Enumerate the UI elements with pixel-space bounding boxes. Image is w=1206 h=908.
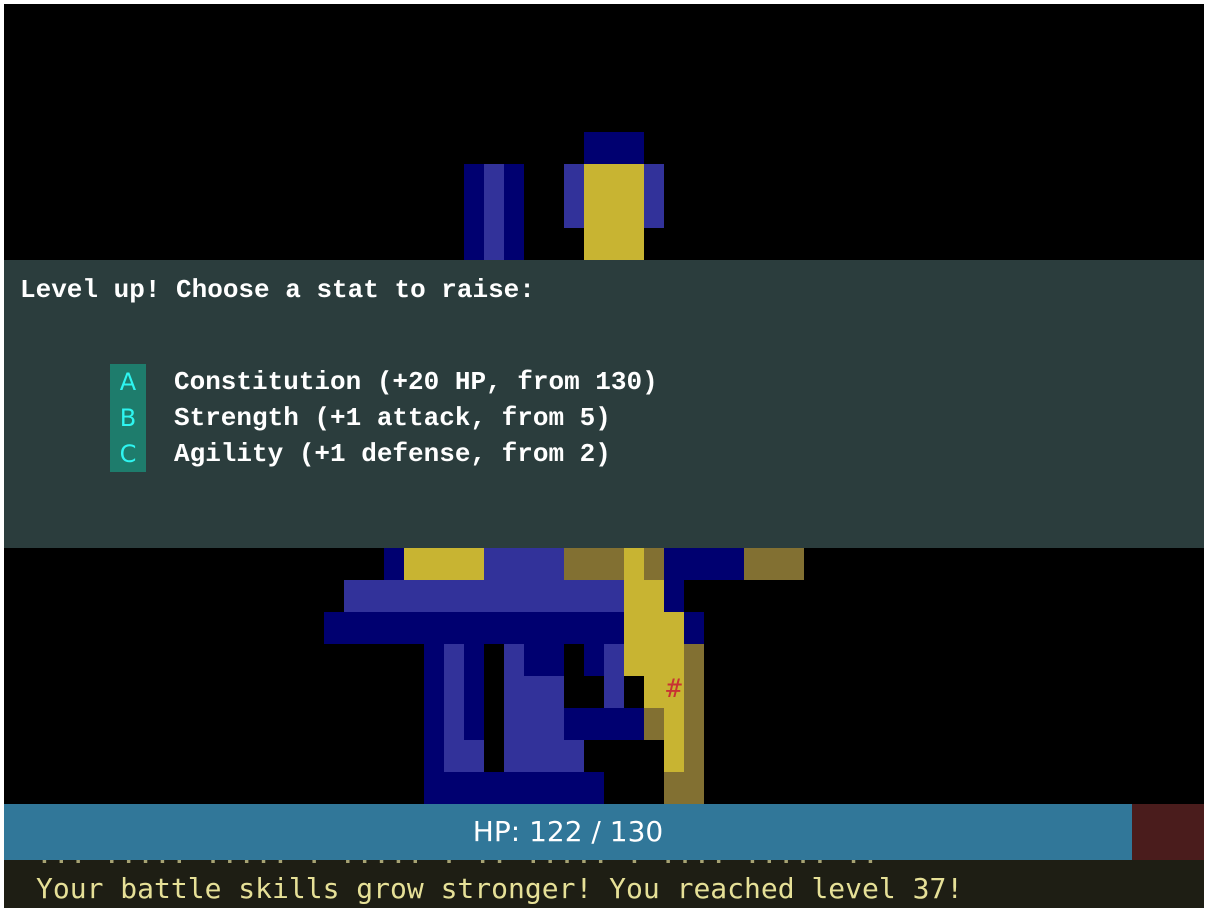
wall-tile	[584, 644, 604, 676]
void-tile	[564, 676, 604, 708]
wall-tile	[524, 612, 544, 676]
option-key-c[interactable]: C	[110, 436, 146, 472]
wall-tile-lit	[484, 548, 564, 580]
void-tile	[584, 740, 644, 772]
floor-tile	[584, 164, 644, 260]
latest-message: Your battle skills grow stronger! You re…	[36, 872, 964, 905]
wall-tile	[584, 132, 644, 164]
level-up-title: Level up! Choose a stat to raise:	[20, 275, 535, 305]
hp-bar: HP: 122 / 130	[4, 804, 1204, 860]
floor-tile-dark	[664, 772, 704, 804]
floor-tile-dark	[564, 548, 664, 580]
option-label-strength: Strength (+1 attack, from 5)	[174, 403, 611, 433]
wall-tile-lit	[344, 580, 664, 612]
floor-tile-dark	[644, 708, 664, 740]
option-key-b[interactable]: B	[110, 400, 146, 436]
floor-tile-dark	[744, 548, 804, 580]
void-tile	[484, 644, 504, 772]
wall-tile-lit	[484, 164, 504, 260]
option-constitution[interactable]: A Constitution (+20 HP, from 130)	[110, 364, 658, 400]
previous-message: ... ..... ..... . ..... . .. ..... . ...…	[36, 860, 879, 868]
game-screen: # Level up! Choose a stat to raise: A Co…	[4, 4, 1204, 908]
option-agility[interactable]: C Agility (+1 defense, from 2)	[110, 436, 611, 472]
option-key-a[interactable]: A	[110, 364, 146, 400]
wall-tile	[424, 772, 604, 804]
wall-tile	[664, 580, 684, 612]
option-strength[interactable]: B Strength (+1 attack, from 5)	[110, 400, 611, 436]
wall-tile	[564, 708, 644, 740]
void-tile	[564, 644, 584, 676]
message-log: ... ..... ..... . ..... . .. ..... . ...…	[4, 860, 1204, 908]
hp-text: HP: 122 / 130	[472, 815, 664, 848]
level-up-dialog: Level up! Choose a stat to raise: A Cons…	[4, 260, 1204, 548]
scroll-item: #	[666, 674, 682, 704]
wall-tile	[544, 644, 564, 676]
wall-tile	[464, 644, 484, 740]
floor-tile	[624, 548, 644, 676]
floor-tile	[404, 548, 484, 580]
option-label-agility: Agility (+1 defense, from 2)	[174, 439, 611, 469]
floor-tile	[644, 580, 664, 708]
option-label-constitution: Constitution (+20 HP, from 130)	[174, 367, 658, 397]
